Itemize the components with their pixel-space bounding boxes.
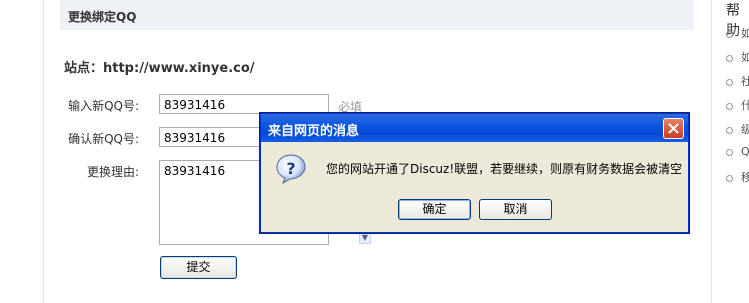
confirm-qq-label: 确认新QQ号: [68,132,139,146]
bullet-icon [726,148,733,156]
cancel-button[interactable]: 取消 [479,199,552,220]
submit-button[interactable]: 提交 [160,256,237,279]
section-title: 更换绑定QQ [68,10,137,24]
section-header: 更换绑定QQ [60,0,694,30]
sidebar-item[interactable]: 什 [726,97,749,113]
bullet-icon [726,126,733,134]
ok-button[interactable]: 确定 [398,199,471,220]
dialog-title: 来自网页的消息 [268,124,360,139]
sidebar-item[interactable]: 如 [726,25,749,41]
sidebar-item[interactable]: 如 [726,49,749,65]
new-qq-input[interactable]: 83931416 [159,94,329,114]
help-sidebar: 帮助 如 如 社 什 级 Q 移 [712,0,749,303]
new-qq-label: 输入新QQ号: [68,99,139,113]
dialog-titlebar[interactable]: 来自网页的消息 [261,114,688,142]
dialog-message: 您的网站开通了Discuz!联盟，若要继续，则原有财务数据会被清空 [326,162,683,176]
bullet-icon [726,30,733,38]
bullet-icon [726,174,733,182]
message-dialog: 来自网页的消息 ? 您的网站开通了Discuz!联盟，若要继续，则原有财务数据会… [260,113,689,233]
reason-label: 更换理由: [86,165,139,179]
bullet-icon [726,78,733,86]
close-button[interactable] [663,118,684,139]
svg-text:?: ? [286,159,295,178]
bullet-icon [726,54,733,62]
left-gutter [0,0,43,303]
question-icon: ? [275,153,307,185]
sidebar-item[interactable]: 移 [726,169,749,185]
site-url: 站点：http://www.xinye.co/ [64,61,255,76]
scroll-down-icon[interactable]: ▼ [359,232,371,244]
close-icon [668,123,679,134]
sidebar-item[interactable]: 社 [726,73,749,89]
sidebar-item[interactable]: Q [726,145,749,158]
bullet-icon [726,102,733,110]
sidebar-item[interactable]: 级 [726,121,749,137]
